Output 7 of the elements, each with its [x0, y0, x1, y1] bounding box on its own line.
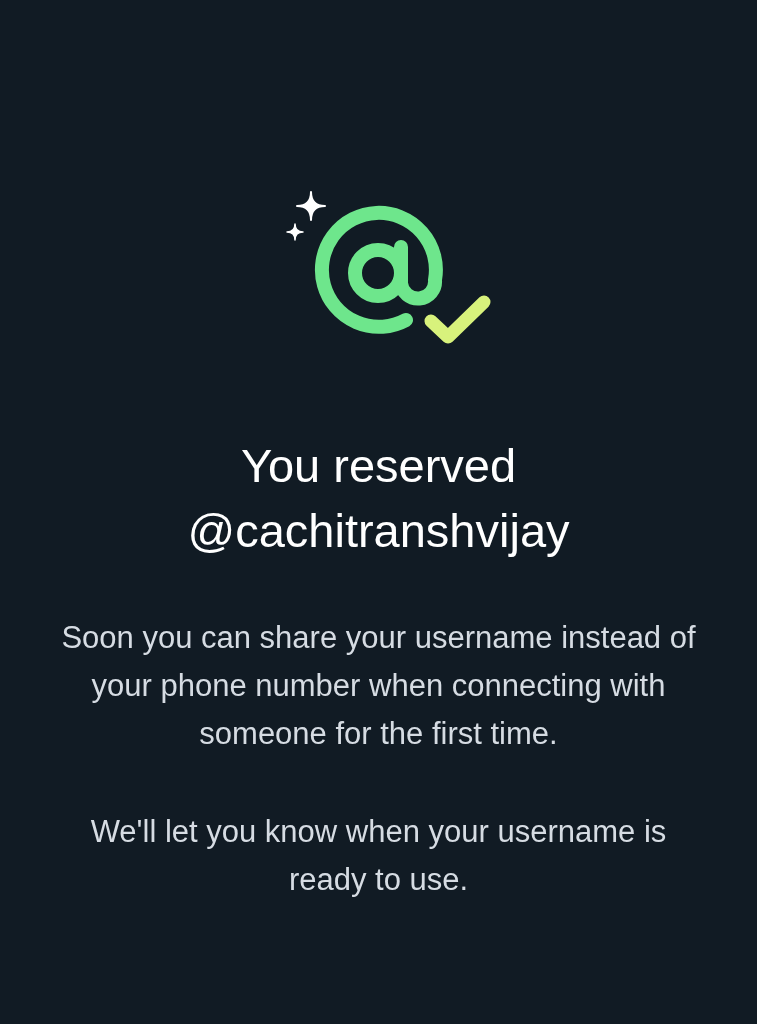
- at-sign-icon: [314, 205, 443, 334]
- sparkle-icon: [285, 223, 304, 241]
- description-text: We'll let you know when your username is ready to use.: [89, 813, 668, 899]
- check-icon: [424, 295, 490, 344]
- sparkle-icon: [295, 191, 326, 221]
- title: You reserved @cachitranshvijay: [186, 438, 571, 559]
- description-text: Soon you can share your username instead of your phone number when connecting with someone for the first time.: [60, 619, 697, 753]
